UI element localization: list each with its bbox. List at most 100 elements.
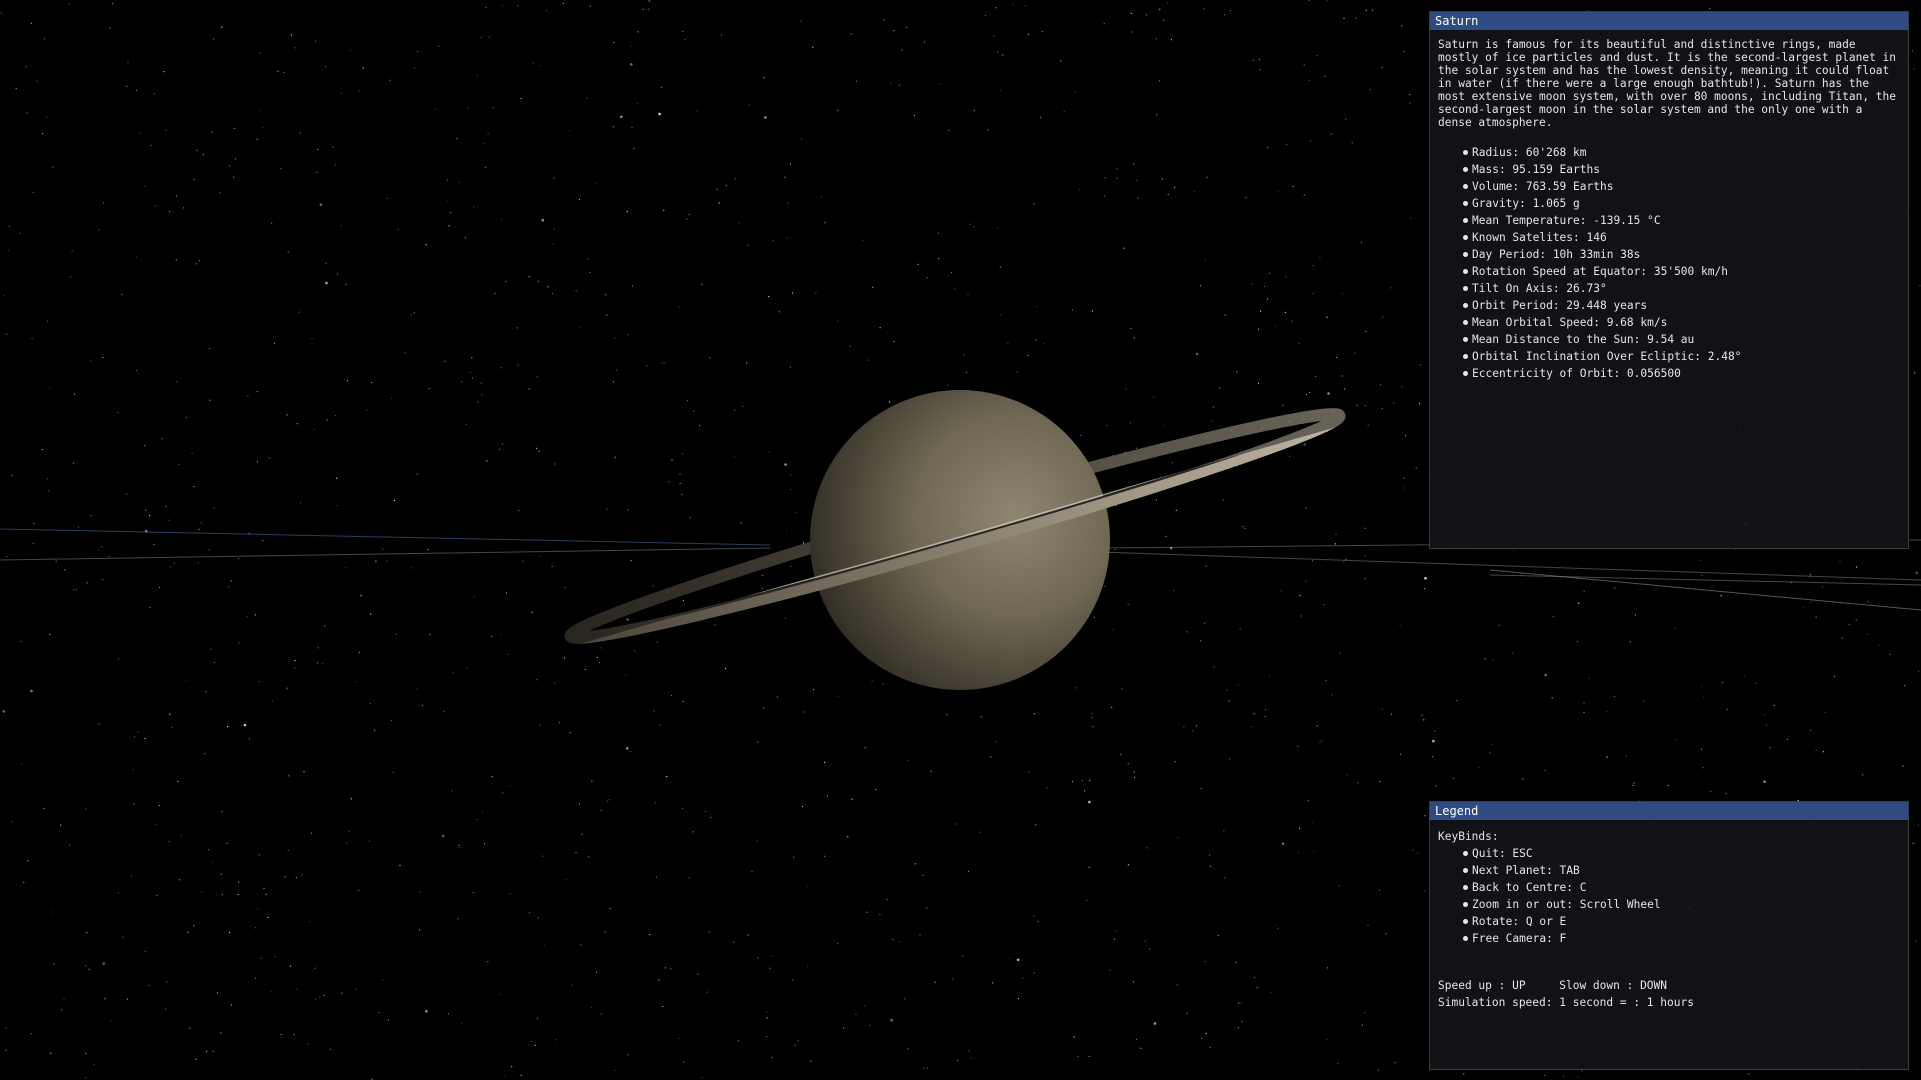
star xyxy=(1401,25,1403,27)
star xyxy=(169,566,171,568)
star xyxy=(600,1013,602,1015)
star xyxy=(1073,1036,1075,1038)
star xyxy=(1543,1074,1545,1077)
planet-info-title[interactable]: Saturn xyxy=(1430,12,1908,30)
star xyxy=(417,51,419,53)
star xyxy=(1764,714,1766,716)
star xyxy=(46,478,48,480)
star xyxy=(1848,624,1850,626)
star xyxy=(1086,899,1088,901)
star xyxy=(606,314,608,316)
star xyxy=(1088,866,1090,868)
star xyxy=(591,780,593,782)
star xyxy=(1400,753,1402,755)
star xyxy=(1491,743,1493,745)
star xyxy=(734,456,736,458)
star xyxy=(522,560,524,562)
star xyxy=(1131,31,1133,33)
star xyxy=(447,1013,449,1015)
star xyxy=(596,971,598,974)
star xyxy=(748,104,751,106)
star xyxy=(1346,774,1348,776)
star xyxy=(265,893,267,896)
star xyxy=(1324,75,1326,77)
star xyxy=(999,314,1001,316)
star xyxy=(1109,969,1111,971)
star xyxy=(220,1032,222,1034)
star xyxy=(126,493,128,495)
star xyxy=(893,340,895,342)
star xyxy=(709,357,711,359)
star xyxy=(1634,614,1637,616)
star xyxy=(1918,670,1920,673)
star xyxy=(1130,327,1132,329)
star xyxy=(655,876,658,878)
star xyxy=(529,912,531,914)
star xyxy=(144,950,146,953)
star xyxy=(1224,314,1226,316)
star xyxy=(286,414,288,416)
legend-title[interactable]: Legend xyxy=(1430,802,1908,820)
star xyxy=(1878,644,1880,646)
star xyxy=(993,35,995,37)
star xyxy=(1071,780,1073,783)
star xyxy=(165,1008,167,1010)
star xyxy=(1424,890,1426,892)
star xyxy=(248,532,250,534)
star xyxy=(53,963,55,965)
star xyxy=(1421,714,1423,716)
star xyxy=(102,356,104,359)
star xyxy=(1424,587,1426,590)
star xyxy=(168,211,171,213)
star xyxy=(1153,1022,1157,1025)
star xyxy=(1815,749,1817,751)
star xyxy=(1834,675,1836,678)
star xyxy=(149,606,151,609)
star xyxy=(1155,38,1157,40)
star xyxy=(766,1011,768,1014)
star xyxy=(103,202,105,204)
star xyxy=(536,376,538,378)
star xyxy=(800,20,802,22)
star xyxy=(169,713,171,715)
legend-window[interactable]: Legend KeyBinds: Quit: ESC Next Planet: … xyxy=(1429,801,1909,1070)
star xyxy=(178,463,180,466)
star xyxy=(718,202,720,204)
star xyxy=(1381,407,1383,410)
star xyxy=(209,399,211,401)
star xyxy=(1250,726,1253,728)
star xyxy=(864,747,866,749)
star xyxy=(696,110,698,112)
star xyxy=(1035,339,1037,341)
star xyxy=(666,776,668,778)
star xyxy=(178,879,181,881)
star xyxy=(1092,726,1094,728)
star xyxy=(501,443,503,445)
star xyxy=(1424,577,1427,580)
star xyxy=(1240,1002,1242,1004)
star xyxy=(1588,677,1590,679)
planet-info-window[interactable]: Saturn Saturn is famous for its beautifu… xyxy=(1429,11,1909,549)
star xyxy=(738,1040,740,1042)
star xyxy=(247,395,249,397)
star xyxy=(1114,930,1117,932)
star xyxy=(1270,991,1272,994)
star xyxy=(256,138,258,140)
stat-orbital-inclination: Orbital Inclination Over Ecliptic: 2.48° xyxy=(1463,348,1900,365)
star xyxy=(1312,265,1314,267)
star xyxy=(104,998,106,1000)
star xyxy=(626,618,629,621)
star xyxy=(756,741,759,743)
star xyxy=(427,548,429,550)
star xyxy=(492,107,494,109)
star xyxy=(3,294,5,296)
planet-info-body: Saturn is famous for its beautiful and d… xyxy=(1430,30,1908,382)
star xyxy=(886,899,888,901)
star xyxy=(467,107,469,109)
star xyxy=(1321,740,1323,742)
star xyxy=(166,981,168,983)
star xyxy=(682,599,685,602)
star xyxy=(1625,755,1627,757)
star xyxy=(537,917,539,919)
star xyxy=(776,696,779,698)
